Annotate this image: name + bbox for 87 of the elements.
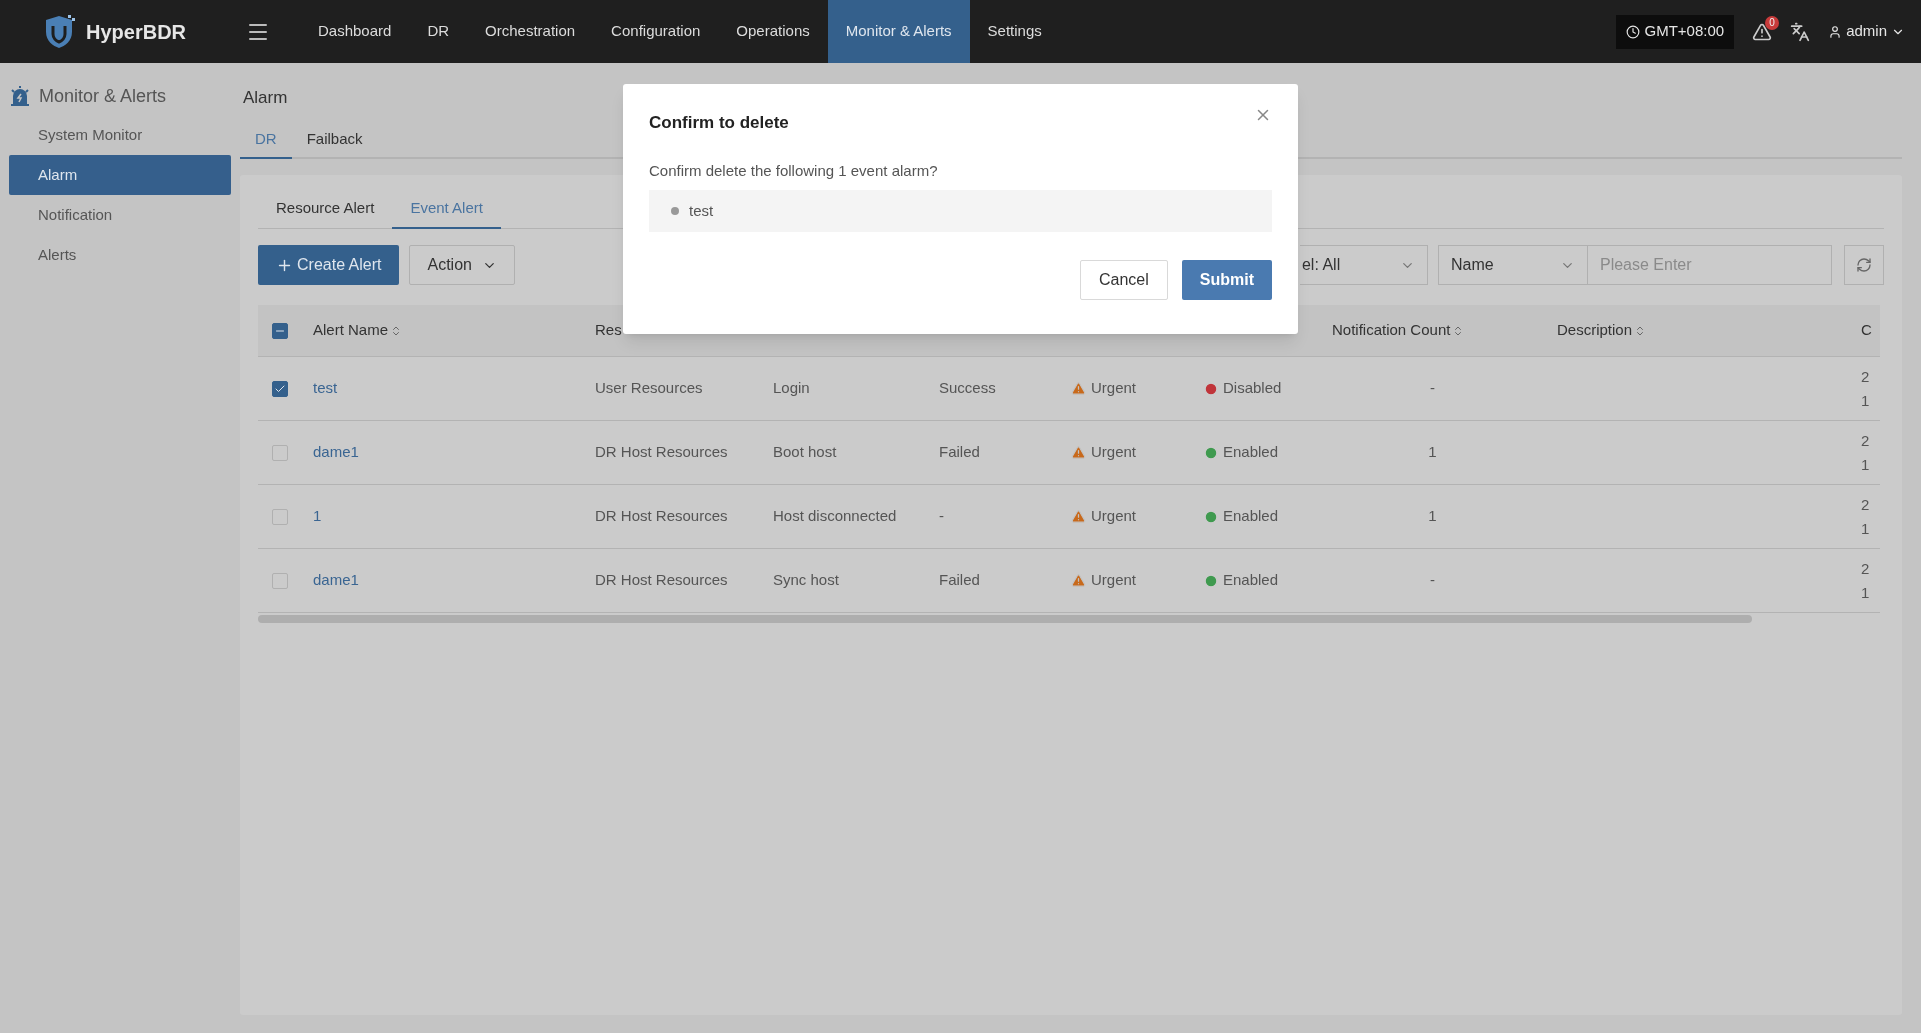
table-cell-text: 2 — [1861, 366, 1871, 387]
table-cell-text: Failed — [938, 442, 981, 463]
sidebar-item[interactable]: Notification — [9, 195, 231, 235]
warning-icon — [1071, 381, 1086, 396]
field-select[interactable]: Name — [1437, 245, 1588, 285]
column-header[interactable]: Description — [1557, 319, 1647, 342]
level-label: Urgent — [1091, 378, 1137, 399]
tab[interactable]: Failback — [291, 128, 378, 159]
user-menu[interactable]: admin — [1828, 20, 1905, 43]
alert-name-link[interactable]: dame1 — [301, 441, 371, 464]
nav-tab[interactable]: Settings — [969, 0, 1060, 63]
bullet-icon — [671, 207, 679, 215]
table-cell-text: Sync host — [772, 570, 840, 591]
nav-tab[interactable]: DR — [409, 0, 468, 63]
table-cell-text: 1 — [1861, 390, 1871, 411]
cancel-button[interactable]: Cancel — [1079, 260, 1168, 300]
level-filter-select[interactable]: el: All — [1299, 245, 1428, 285]
table-cell-text: 2 — [1861, 430, 1871, 451]
checkbox[interactable] — [271, 322, 288, 339]
table-cell-text: - — [938, 506, 945, 527]
nav-tab[interactable]: Dashboard — [300, 0, 410, 63]
checkbox[interactable] — [271, 572, 288, 589]
sidebar-item[interactable]: Alerts — [9, 235, 231, 275]
sidebar-item[interactable]: System Monitor — [9, 115, 231, 155]
status-label: Enabled — [1223, 442, 1279, 463]
column-header[interactable]: Res — [595, 319, 622, 342]
timezone-label: GMT+08:00 — [1644, 21, 1725, 42]
table-cell-text: User Resources — [594, 378, 704, 399]
alert-name-link[interactable]: 1 — [301, 505, 334, 528]
item-name: test — [689, 200, 714, 221]
sidebar-item[interactable]: Alarm — [9, 155, 231, 195]
table-cell-text: Boot host — [772, 442, 838, 463]
clock-icon — [1625, 24, 1640, 39]
table-cell-text: Failed — [938, 570, 981, 591]
level-label: Urgent — [1091, 570, 1137, 591]
column-header[interactable]: C — [1861, 319, 1880, 342]
horizontal-scrollbar[interactable] — [258, 615, 1752, 623]
warning-icon — [1071, 445, 1086, 460]
notification-badge: 0 — [1765, 15, 1780, 30]
refresh-button[interactable] — [1843, 245, 1884, 285]
table-cell-text: Host disconnected — [772, 506, 898, 527]
checkbox[interactable] — [271, 508, 288, 525]
table-cell-text: 2 — [1861, 494, 1871, 515]
nav-tab[interactable]: Orchestration — [467, 0, 594, 63]
siren-icon — [9, 85, 31, 107]
submit-button[interactable]: Submit — [1181, 260, 1272, 300]
refresh-icon — [1855, 257, 1872, 273]
table-cell-text: 1 — [1861, 582, 1871, 603]
warning-icon — [1071, 573, 1086, 588]
table-cell-text: 1 — [1861, 518, 1871, 539]
dialog-message: Confirm delete the following 1 event alarm? — [649, 160, 939, 181]
checkbox[interactable] — [271, 380, 288, 397]
alert-name-link[interactable]: test — [301, 377, 350, 400]
table-cell-text: 1 — [1861, 454, 1871, 475]
table-cell-text: Login — [772, 378, 811, 399]
page-title: Alarm — [243, 87, 289, 109]
checkbox[interactable] — [271, 444, 288, 461]
column-header[interactable]: Alert Name — [313, 319, 403, 342]
level-label: Urgent — [1091, 506, 1137, 527]
dialog-title: Confirm to delete — [649, 112, 789, 134]
nav-tab[interactable]: Monitor & Alerts — [827, 0, 970, 63]
alert-name-link[interactable]: dame1 — [301, 569, 371, 592]
table-cell-text: 1 — [1428, 442, 1437, 463]
create-alert-button[interactable]: Create Alert — [258, 245, 400, 285]
table-cell-text: - — [1430, 378, 1435, 399]
table-cell-text: DR Host Resources — [594, 506, 729, 527]
nav-tab[interactable]: Operations — [718, 0, 828, 63]
user-icon — [1828, 24, 1843, 39]
column-header[interactable]: Notification Count — [1332, 319, 1465, 342]
table-cell-text: 2 — [1861, 558, 1871, 579]
nav-tab[interactable]: Configuration — [593, 0, 719, 63]
warning-icon — [1071, 509, 1086, 524]
sidebar-title: Monitor & Alerts — [39, 84, 167, 108]
table-cell-text: Success — [938, 378, 997, 399]
level-label: Urgent — [1091, 442, 1137, 463]
brand-name: HyperBDR — [86, 19, 187, 45]
tab[interactable]: Resource Alert — [258, 196, 393, 229]
table-cell-text: - — [1430, 570, 1435, 591]
status-label: Disabled — [1223, 378, 1282, 399]
action-dropdown[interactable]: Action — [409, 245, 515, 285]
language-icon[interactable] — [1790, 21, 1811, 42]
search-field[interactable]: Please Enter — [1587, 245, 1832, 285]
table-cell-text: DR Host Resources — [594, 442, 729, 463]
table-cell-text: 1 — [1428, 506, 1437, 527]
table-cell-text: DR Host Resources — [594, 570, 729, 591]
status-label: Enabled — [1223, 570, 1279, 591]
status-label: Enabled — [1223, 506, 1279, 527]
